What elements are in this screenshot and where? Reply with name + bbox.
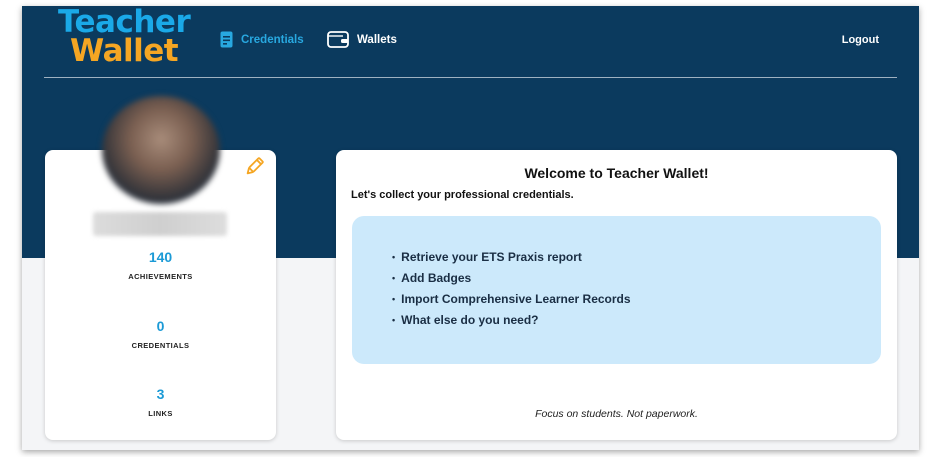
nav-wallets-label: Wallets (357, 33, 397, 46)
app-window: Teacher Wallet Credentials Wallets Logou… (22, 6, 919, 450)
list-item-what-else[interactable]: What else do you need? (392, 310, 631, 331)
credentials-icon (220, 31, 233, 48)
tagline: Focus on students. Not paperwork. (535, 408, 698, 420)
nav-credentials-label: Credentials (241, 33, 304, 46)
getting-started-list: Retrieve your ETS Praxis report Add Badg… (392, 247, 631, 331)
stat-links-label: LINKS (148, 409, 173, 418)
pencil-icon[interactable] (243, 156, 265, 183)
welcome-title: Welcome to Teacher Wallet! (524, 165, 709, 181)
logo-text-wallet: Wallet (70, 32, 179, 69)
stat-links-value: 3 (156, 386, 165, 402)
list-item-badges[interactable]: Add Badges (392, 268, 631, 289)
list-item-clr[interactable]: Import Comprehensive Learner Records (392, 289, 630, 310)
wallet-icon (327, 31, 349, 48)
welcome-card: Welcome to Teacher Wallet! Let's collect… (336, 150, 897, 440)
avatar[interactable] (102, 96, 220, 204)
logout-link[interactable]: Logout (842, 34, 879, 46)
header-divider (44, 77, 897, 78)
stat-credentials-label: CREDENTIALS (131, 341, 190, 350)
nav-credentials[interactable]: Credentials (220, 31, 304, 48)
app-logo[interactable]: Teacher Wallet (58, 7, 191, 69)
welcome-subtitle: Let's collect your professional credenti… (351, 189, 574, 201)
stat-achievements[interactable]: 140 ACHIEVEMENTS (45, 249, 276, 281)
stat-links[interactable]: 3 LINKS (45, 386, 276, 418)
getting-started-box: Retrieve your ETS Praxis report Add Badg… (352, 216, 881, 364)
user-name-redacted (93, 212, 227, 236)
stat-achievements-label: ACHIEVEMENTS (128, 272, 193, 281)
list-item-praxis[interactable]: Retrieve your ETS Praxis report (392, 247, 631, 268)
nav-wallets[interactable]: Wallets (327, 31, 397, 48)
stat-credentials-value: 0 (156, 318, 165, 334)
stat-achievements-value: 140 (148, 249, 173, 265)
stat-credentials[interactable]: 0 CREDENTIALS (45, 318, 276, 350)
